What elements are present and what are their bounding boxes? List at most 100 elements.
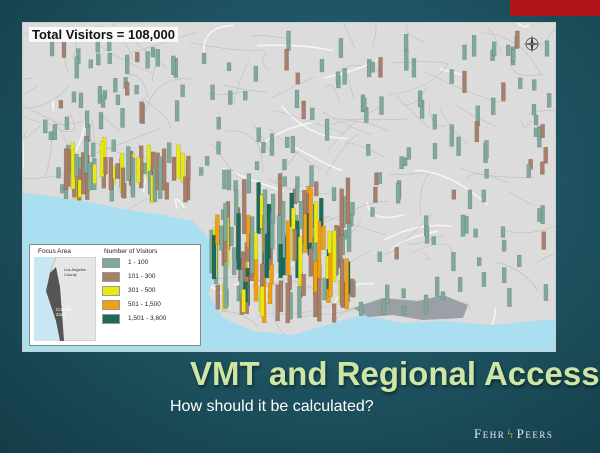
visitor-bar [260,263,265,287]
visitor-bar [176,144,181,179]
visitors-header: Number of Visitors [104,248,158,255]
road-line [423,70,500,103]
visitor-bar [231,247,237,276]
fehr-peers-logo: Fehr ϟ Peers [474,426,553,442]
visitor-bar [282,159,287,171]
visitor-bar [135,52,140,63]
visitor-bar [501,82,506,102]
slide-title: VMT and Regional Access [190,355,600,392]
lightning-bolt-icon: ϟ [507,426,515,441]
visitor-bar [339,188,344,236]
legend-label: 1,501 - 3,600 [128,315,167,322]
visitor-bar [126,146,131,181]
visitor-bar [526,164,531,178]
visitor-bar [440,291,446,300]
visitor-bar [48,131,54,141]
visitor-bar [249,216,255,274]
road-line [405,23,426,44]
visitor-bar [308,187,313,243]
visitor-bar [284,136,290,148]
visitor-bar [275,284,280,322]
visitor-bar [204,156,210,166]
visitor-bar [344,258,349,310]
visitor-bar [449,69,454,84]
visitor-bar [295,176,300,188]
visitor-bar [377,172,383,185]
visitor-bar [309,165,314,188]
road-line [203,24,234,55]
visitor-bar [531,79,537,91]
visitor-bar [471,35,477,57]
visitor-bar [511,49,516,62]
road-line [23,77,33,81]
visitor-bar [134,84,139,95]
visitor-bar [282,176,287,187]
compass-rose-icon [523,35,541,53]
road-line [440,106,468,145]
road-line [536,252,555,263]
visitor-bar [236,213,241,270]
visitor-bar [401,305,407,315]
visitor-bar [253,259,259,302]
visitor-bar [331,230,337,282]
road-line [327,106,381,152]
road-line [325,133,359,175]
visitor-bar [373,186,378,203]
visitor-bar [362,97,367,112]
road-line [409,243,453,255]
legend-item: 1 - 100 [102,257,198,268]
visitor-bar [546,93,552,108]
visitor-bar [314,181,319,197]
road-line [414,169,488,206]
visitor-bar [150,47,156,58]
road-line [44,133,52,178]
visitor-bar [481,189,486,203]
visitor-bar [474,121,480,143]
legend-swatch [102,299,120,310]
visitor-bar [378,57,383,78]
visitor-bar [246,173,252,194]
visitor-bar [229,226,234,247]
visitor-bar [301,100,306,120]
visitor-bar [290,136,296,154]
visitor-bar [432,143,438,160]
legend-item: 101 - 300 [102,271,198,282]
visitor-bar [233,180,238,192]
legend-item: 301 - 500 [102,285,198,296]
road-line [273,110,346,134]
visitor-bar [518,77,523,89]
legend-swatch [102,313,120,324]
logo-text-left: Fehr [474,426,506,441]
visitor-bar [423,294,429,315]
visitor-bar [120,167,126,198]
visitor-bar [161,148,167,191]
visitor-bar [502,267,507,283]
map-title: Total Visitors = 108,000 [29,27,178,42]
legend-swatch [102,285,120,296]
visitor-bar [310,107,315,121]
road-line [331,120,390,132]
visitor-bar [327,231,332,254]
visitor-bar [431,236,436,245]
visitor-bar [78,92,84,109]
road-line [145,78,193,112]
visitor-bar [103,157,108,175]
road-line [390,61,448,64]
visitor-bar [533,114,539,126]
visitor-bar [501,239,507,252]
visitor-bar [531,103,537,116]
visitor-bar [254,161,260,171]
visitor-bar [120,108,125,128]
visitor-bar [145,51,150,69]
visitor-bar [321,225,326,250]
visitor-bar [298,201,304,229]
legend-swatch [102,257,120,268]
visitor-bar [507,287,512,307]
focus-area-header: Focus Area [38,248,71,255]
road-line [141,97,171,129]
visitor-bar [63,148,69,191]
visitor-bar [84,110,90,128]
visitor-bar [462,44,467,60]
road-line [91,120,95,145]
visitor-bar [338,38,344,58]
